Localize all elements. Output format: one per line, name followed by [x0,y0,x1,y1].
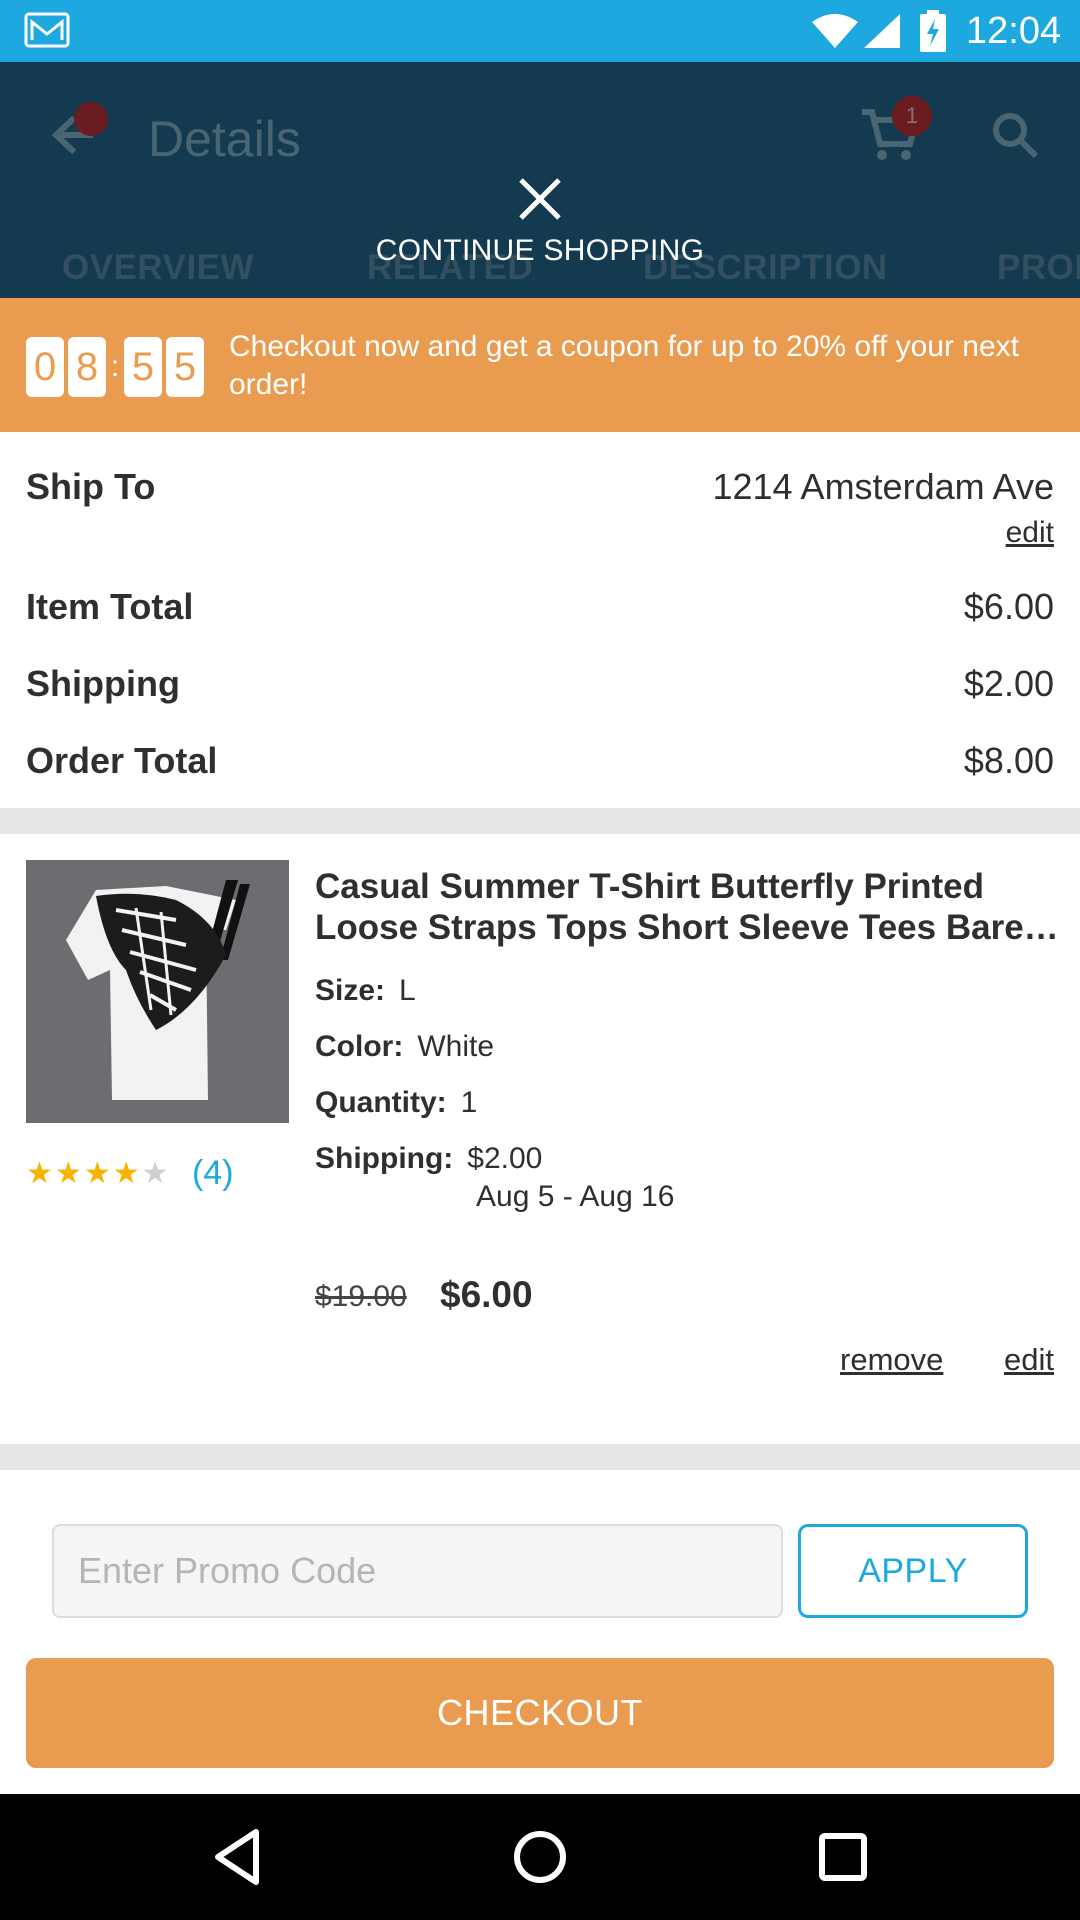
shipping-value: $2.00 [963,663,1054,704]
quantity-label: Quantity: [315,1086,447,1119]
star-full-icon: ★ [112,1157,142,1190]
product-title[interactable]: Casual Summer T-Shirt Butterfly Printed … [315,866,1060,948]
sale-price: $6.00 [440,1274,533,1315]
wifi-icon [812,14,858,48]
timer-digit: 5 [124,337,162,397]
system-nav-bar [0,1794,1080,1920]
continue-shopping-label[interactable]: CONTINUE SHOPPING [0,234,1080,268]
size-value: L [399,974,416,1007]
product-title-line: Loose Straps Tops Short Sleeve Tees Bare… [315,908,1059,947]
shipping-dates: Aug 5 - Aug 16 [476,1180,675,1213]
apply-promo-button[interactable]: APPLY [798,1524,1028,1618]
search-icon[interactable] [990,110,1040,160]
timer-digit: 5 [166,337,204,397]
star-full-icon: ★ [54,1157,84,1190]
item-total-label: Item Total [26,586,194,627]
promo-code-input[interactable] [52,1524,783,1618]
nav-back-icon[interactable] [204,1824,270,1890]
timer-digit: 0 [26,337,64,397]
color-label: Color: [315,1030,404,1063]
remove-item-link[interactable]: remove [840,1342,943,1378]
product-shipping-row: Shipping: $2.00 [315,1142,542,1176]
star-full-icon: ★ [83,1157,113,1190]
checkout-button[interactable]: CHECKOUT [26,1658,1054,1768]
size-row: Size: L [315,974,416,1008]
product-title-line: Casual Summer T-Shirt Butterfly Printed [315,867,985,906]
color-row: Color: White [315,1030,494,1064]
order-total-label: Order Total [26,740,218,781]
quantity-row: Quantity: 1 [315,1086,477,1120]
order-total-value: $8.00 [963,740,1054,781]
section-divider [0,1444,1080,1470]
shipping-label: Shipping [26,663,180,704]
product-shipping-value: $2.00 [467,1142,543,1175]
quantity-value: 1 [460,1086,478,1119]
promo-message: Checkout now and get a coupon for up to … [229,330,1019,401]
nav-recents-icon[interactable] [810,1824,876,1890]
rating-stars: ★★★★★ [26,1156,171,1191]
nav-home-icon[interactable] [507,1824,573,1890]
timer-digit: 8 [68,337,106,397]
cart-count-badge: 1 [892,96,932,136]
timer-colon: : [110,350,120,383]
star-full-icon: ★ [26,1157,55,1190]
page-title: Details [148,111,301,167]
item-total-value: $6.00 [963,586,1054,627]
product-shipping-label: Shipping: [315,1142,454,1175]
original-price: $19.00 [315,1280,407,1313]
notification-dot [74,102,108,136]
countdown-timer: 0 8 : 5 5 [26,336,208,398]
ship-to-address: 1214 Amsterdam Ave [712,466,1054,507]
color-value: White [417,1030,495,1063]
ship-to-label: Ship To [26,466,156,507]
review-count-link[interactable]: (4) [192,1154,234,1193]
battery-charging-icon [920,10,946,52]
edit-address-link[interactable]: edit [1006,516,1054,550]
status-bar: 12:04 [0,0,1080,62]
section-divider [0,808,1080,834]
edit-item-link[interactable]: edit [1004,1342,1054,1378]
status-clock: 12:04 [966,10,1062,52]
close-icon[interactable] [515,174,565,224]
promo-banner: 0 8 : 5 5 Checkout now and get a coupon … [0,298,1080,432]
signal-icon [864,14,900,48]
size-label: Size: [315,974,386,1007]
tshirt-image [26,860,289,1123]
product-image[interactable] [26,860,289,1123]
star-empty-icon: ★ [141,1157,171,1190]
gmail-icon [24,12,70,48]
